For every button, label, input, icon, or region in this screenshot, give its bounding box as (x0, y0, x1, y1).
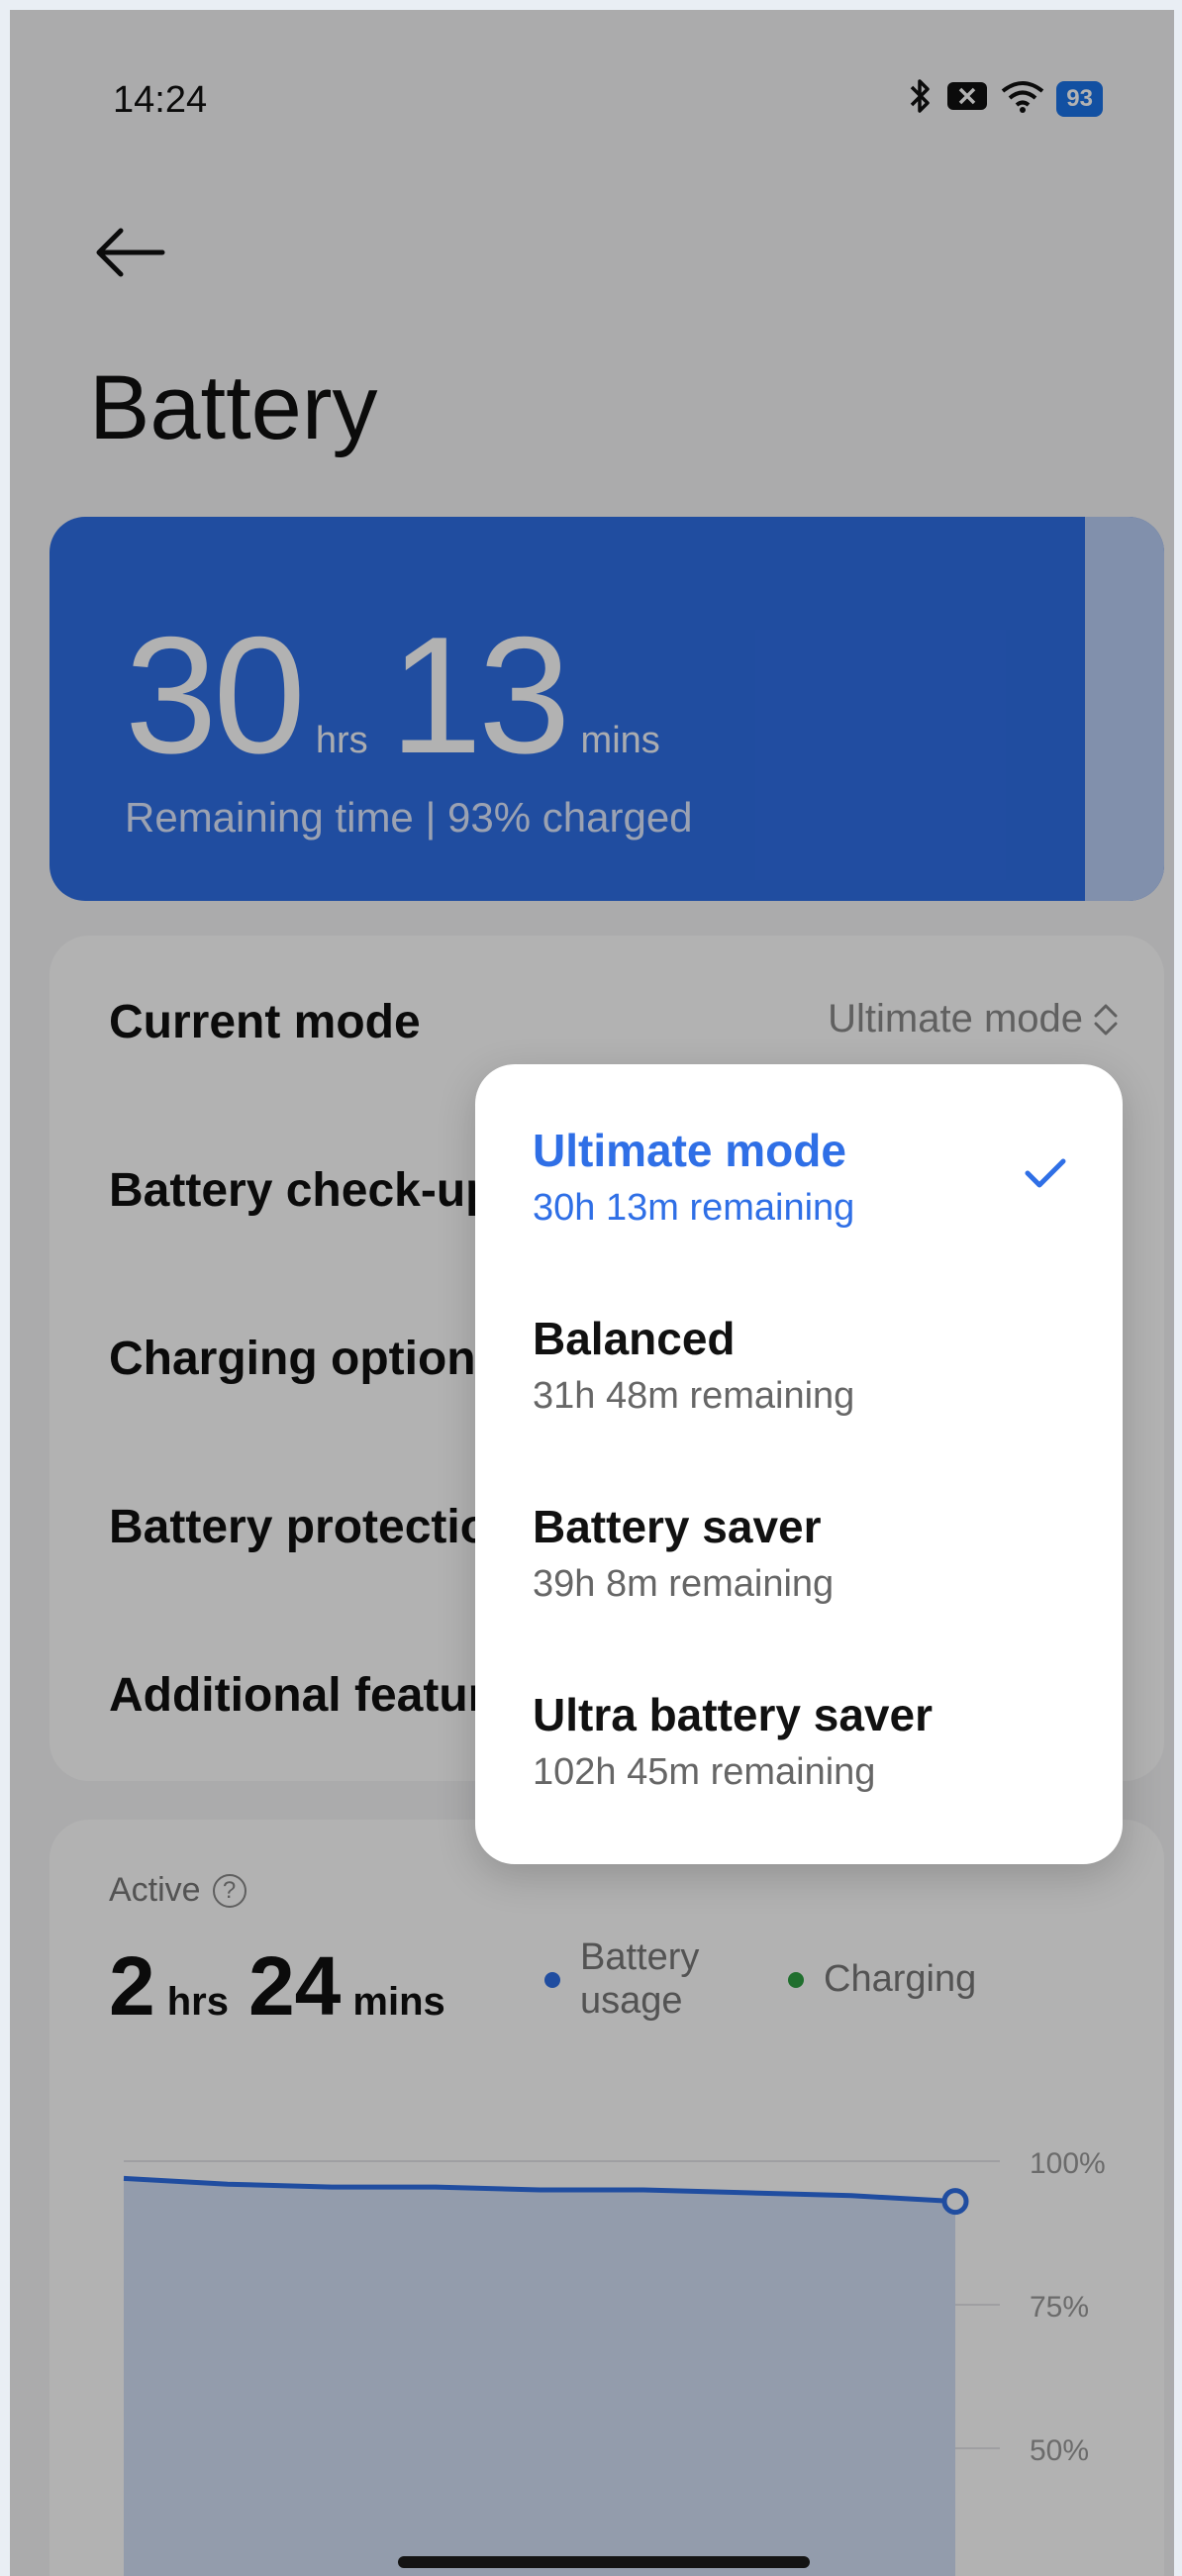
mode-option-title: Balanced (533, 1313, 736, 1364)
check-icon (1025, 1158, 1066, 1188)
mode-option-title: Ultra battery saver (533, 1689, 933, 1740)
mode-menu: Ultimate mode 30h 13m remaining Balanced… (475, 1064, 1123, 1864)
mode-option-balanced[interactable]: Balanced 31h 48m remaining (533, 1312, 1087, 1418)
mode-option-ultimate[interactable]: Ultimate mode 30h 13m remaining (533, 1124, 1087, 1230)
mode-option-subtitle: 30h 13m remaining (533, 1187, 855, 1229)
mode-option-battery-saver[interactable]: Battery saver 39h 8m remaining (533, 1500, 1087, 1606)
mode-option-ultra-battery-saver[interactable]: Ultra battery saver 102h 45m remaining (533, 1688, 1087, 1794)
mode-option-subtitle: 102h 45m remaining (533, 1751, 876, 1793)
mode-option-title: Battery saver (533, 1501, 822, 1552)
mode-option-subtitle: 39h 8m remaining (533, 1563, 835, 1605)
mode-option-title: Ultimate mode (533, 1125, 846, 1176)
battery-screen: 14:24 93 Battery 30 hrs 13 mins Remainin… (10, 10, 1174, 2576)
mode-option-subtitle: 31h 48m remaining (533, 1375, 855, 1417)
